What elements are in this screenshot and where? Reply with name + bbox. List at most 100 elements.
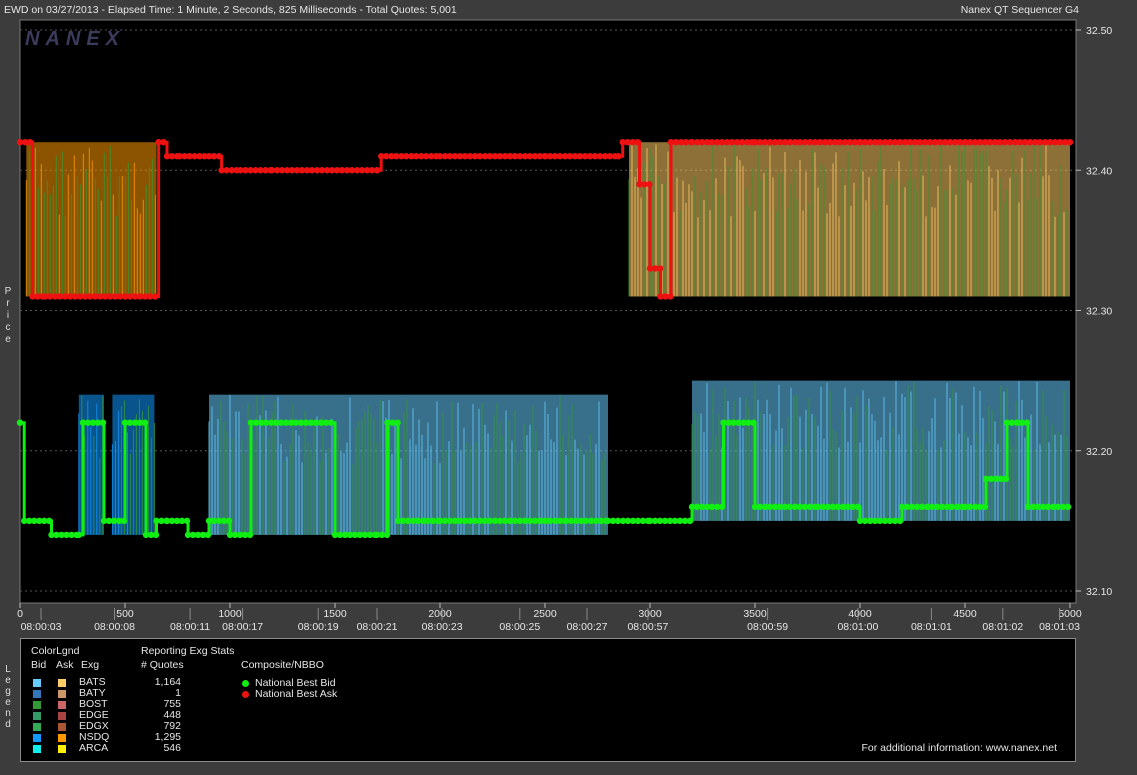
colorlgnd-heading: ColorLgnd bbox=[31, 645, 80, 657]
exchange-row: BOST 755 bbox=[21, 699, 221, 710]
bid-swatch-icon bbox=[33, 690, 41, 698]
x-tick-label: 1000 bbox=[218, 608, 242, 620]
y-tick-label: 32.20 bbox=[1086, 446, 1112, 458]
time-label: 08:00:19 bbox=[298, 621, 339, 633]
exchange-row: ARCA 546 bbox=[21, 743, 221, 754]
series-point bbox=[246, 531, 254, 539]
ask-swatch-icon bbox=[58, 679, 66, 687]
series-point bbox=[215, 153, 223, 160]
legend-side-label: Legend bbox=[5, 664, 11, 730]
bid-column-header: Bid bbox=[31, 659, 47, 671]
exchange-row: EDGE 448 bbox=[21, 710, 221, 721]
composite-nbbo-heading: Composite/NBBO bbox=[241, 659, 324, 671]
series-point bbox=[225, 517, 233, 525]
nbo-dot-icon bbox=[242, 691, 249, 698]
series-point bbox=[854, 503, 862, 511]
time-label: 08:01:00 bbox=[837, 621, 878, 633]
exchange-row: NSDQ 1,295 bbox=[21, 732, 221, 743]
exchange-column-header: Exg bbox=[81, 659, 100, 671]
x-tick-label: 2000 bbox=[428, 608, 452, 620]
series-point bbox=[646, 181, 653, 188]
series-point bbox=[16, 419, 24, 426]
series-point bbox=[26, 139, 34, 146]
time-label: 08:00:25 bbox=[499, 621, 540, 633]
exchange-row: BATS 1,164 bbox=[21, 677, 221, 688]
series-point bbox=[183, 517, 191, 525]
series-point bbox=[1066, 139, 1074, 146]
series-point bbox=[383, 531, 391, 539]
series-point bbox=[1064, 503, 1072, 511]
bid-swatch-icon bbox=[33, 723, 41, 731]
time-label: 08:00:59 bbox=[747, 621, 788, 633]
y-tick-label: 32.10 bbox=[1086, 586, 1112, 598]
nbb-dot-icon bbox=[242, 680, 249, 687]
time-label: 08:00:23 bbox=[422, 621, 463, 633]
nbo-label: National Best Ask bbox=[255, 688, 338, 700]
y-tick-label: 32.40 bbox=[1086, 165, 1112, 177]
x-tick-label: 1500 bbox=[323, 608, 347, 620]
y-tick-label: 32.50 bbox=[1086, 25, 1112, 37]
ask-swatch-icon bbox=[58, 745, 66, 753]
time-label: 08:01:02 bbox=[982, 621, 1023, 633]
series-point bbox=[394, 419, 401, 426]
time-label: 08:00:03 bbox=[21, 621, 62, 633]
ask-swatch-icon bbox=[58, 723, 66, 731]
series-point bbox=[373, 167, 381, 174]
series-point bbox=[686, 517, 694, 525]
legend-panel: ColorLgnd Bid Ask Exg Reporting Exg Stat… bbox=[20, 638, 1076, 762]
time-label: 08:01:01 bbox=[911, 621, 952, 633]
bid-swatch-icon bbox=[33, 734, 41, 742]
series-point bbox=[120, 517, 128, 525]
series-point bbox=[327, 419, 335, 426]
ask-column-header: Ask bbox=[56, 659, 74, 671]
time-label: 08:01:03 bbox=[1039, 621, 1080, 633]
series-point bbox=[981, 503, 989, 511]
bid-swatch-icon bbox=[33, 701, 41, 709]
series-point bbox=[141, 419, 149, 426]
price-chart: NANEX 32.50 32.40 32.30 32.20 32.10 0 500 1000… bbox=[16, 19, 1112, 633]
time-label: 08:00:17 bbox=[222, 621, 263, 633]
exchange-row: EDGX 792 bbox=[21, 721, 221, 732]
time-label: 08:00:57 bbox=[627, 621, 668, 633]
exchange-name: ARCA bbox=[79, 742, 109, 754]
exchange-row: BATY 1 bbox=[21, 688, 221, 699]
series-point bbox=[1002, 475, 1010, 482]
x-tick-label: 0 bbox=[17, 608, 23, 620]
series-point bbox=[99, 419, 107, 426]
time-label: 08:00:11 bbox=[170, 621, 210, 633]
x-tick-label: 3500 bbox=[743, 608, 767, 620]
watermark-logo: NANEX bbox=[25, 28, 125, 50]
series-point bbox=[667, 293, 674, 300]
series-point bbox=[204, 531, 212, 539]
info-link-text: For additional information: www.nanex.ne… bbox=[861, 742, 1057, 754]
x-tick-label: 4500 bbox=[953, 608, 977, 620]
series-point bbox=[46, 517, 53, 525]
x-tick-label: 3000 bbox=[638, 608, 662, 620]
quote-count: 546 bbox=[163, 742, 181, 754]
series-point bbox=[152, 531, 160, 539]
series-point bbox=[656, 265, 664, 272]
price-axis-label: Price bbox=[4, 286, 12, 345]
time-label: 08:00:21 bbox=[357, 621, 398, 633]
series-point bbox=[152, 293, 159, 300]
reporting-stats-heading: Reporting Exg Stats bbox=[141, 645, 235, 657]
y-tick-label: 32.30 bbox=[1086, 306, 1112, 318]
x-tick-label: 2500 bbox=[533, 608, 557, 620]
ask-swatch-icon bbox=[58, 712, 66, 720]
bid-swatch-icon bbox=[33, 679, 41, 687]
x-axis: 0 500 1000 1500 2000 2500 3000 3500 4000 4500 5000… bbox=[17, 603, 1082, 633]
series-point bbox=[160, 139, 167, 146]
series-point bbox=[896, 517, 904, 525]
x-tick-label: 4000 bbox=[848, 608, 872, 620]
x-tick-label: 500 bbox=[116, 608, 134, 620]
time-label: 08:00:08 bbox=[94, 621, 135, 633]
series-point bbox=[750, 419, 757, 426]
series-point bbox=[1023, 419, 1031, 426]
bid-swatch-icon bbox=[33, 745, 41, 753]
ask-swatch-icon bbox=[58, 690, 66, 698]
y-axis: 32.50 32.40 32.30 32.20 32.10 bbox=[1076, 25, 1112, 598]
ask-swatch-icon bbox=[58, 734, 66, 742]
series-point bbox=[75, 531, 83, 539]
quotes-column-header: # Quotes bbox=[141, 659, 184, 671]
quote-count: 1,164 bbox=[154, 676, 181, 688]
